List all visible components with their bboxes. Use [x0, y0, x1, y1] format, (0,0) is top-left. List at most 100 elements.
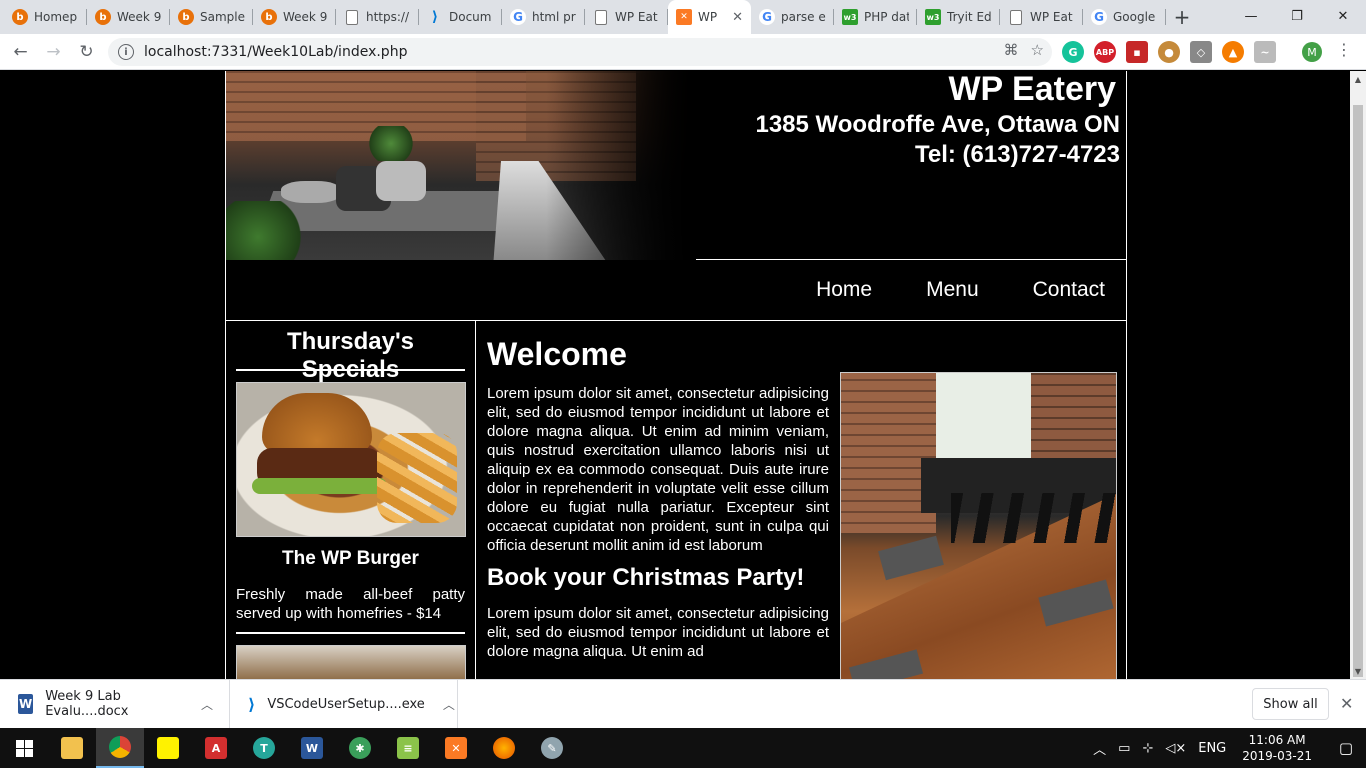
download-item[interactable]: ⟩ VSCodeUserSetup....exe ︿ — [230, 679, 458, 729]
taskbar-file-explorer[interactable] — [48, 728, 96, 768]
windows-taskbar: A T W ✱ ≡ ✕ ✎ ︿ ▭ ⊹ ◁× ENG 11:06 AM 2019… — [0, 728, 1366, 768]
tab-7[interactable]: WP Eat — [585, 0, 668, 34]
site-title: WP Eatery — [948, 71, 1116, 108]
tab-0[interactable]: b Homep — [4, 0, 87, 34]
paint-icon: ✎ — [541, 737, 563, 759]
welcome-paragraph: Lorem ipsum dolor sit amet, consectetur … — [487, 385, 829, 554]
main-content: Welcome Lorem ipsum dolor sit amet, cons… — [477, 321, 1127, 679]
network-icon[interactable]: ⊹ — [1142, 741, 1153, 756]
extension-red-icon[interactable]: ▪ — [1126, 41, 1148, 63]
vs-favicon-icon: ⟩ — [431, 9, 439, 25]
nav-menu[interactable]: Menu — [926, 278, 979, 302]
adblock-icon[interactable]: ABP — [1094, 41, 1116, 63]
site-info-icon[interactable]: i — [118, 44, 134, 60]
cookie-icon[interactable]: ● — [1158, 41, 1180, 63]
notification-icon[interactable]: ▢ — [1326, 739, 1366, 757]
acrobat-icon: A — [205, 737, 227, 759]
extension-gray-icon[interactable]: ◇ — [1190, 41, 1212, 63]
page-scrollbar[interactable]: ▲ ▼ — [1350, 71, 1366, 679]
downloads-bar: W Week 9 Lab Evalu....docx ︿ ⟩ VSCodeUse… — [0, 679, 1366, 729]
taskbar-firefox[interactable] — [480, 728, 528, 768]
nav-contact[interactable]: Contact — [1033, 278, 1105, 302]
tab-11[interactable]: w3 Tryit Ed — [917, 0, 1000, 34]
tab-1[interactable]: b Week 9 — [87, 0, 170, 34]
taskbar-typora[interactable]: T — [240, 728, 288, 768]
scroll-up-arrow-icon[interactable]: ▲ — [1350, 71, 1366, 87]
taskbar-xampp[interactable]: ✕ — [432, 728, 480, 768]
close-downloads-icon[interactable]: ✕ — [1340, 694, 1353, 713]
tab-8[interactable]: ✕ WP ✕ — [668, 0, 751, 34]
tab-5[interactable]: ⟩ Docum — [419, 0, 502, 34]
g-favicon-icon: G — [510, 9, 526, 25]
vscode-icon: ⟩ — [248, 694, 256, 714]
chrome-icon — [109, 736, 131, 758]
doc-favicon-icon — [1010, 9, 1022, 25]
window-controls: — ❐ ✕ — [1228, 0, 1366, 32]
system-tray: ︿ ▭ ⊹ ◁× ENG 11:06 AM 2019-03-21 ▢ — [1087, 728, 1366, 768]
bookmark-star-icon[interactable]: ☆ — [1031, 41, 1044, 59]
start-button[interactable] — [0, 728, 48, 768]
xm-favicon-icon: ✕ — [676, 9, 692, 25]
g-favicon-icon: G — [759, 9, 775, 25]
minimize-button[interactable]: — — [1228, 0, 1274, 32]
header-kitchen-image — [226, 71, 696, 260]
browser-menu-icon[interactable]: ⋮ — [1336, 40, 1352, 59]
extension-chart-icon[interactable]: ~ — [1254, 41, 1276, 63]
taskbar-acrobat[interactable]: A — [192, 728, 240, 768]
address-bar[interactable]: i localhost:7331/Week10Lab/index.php ⌘ ☆ — [108, 38, 1052, 66]
fire-icon[interactable]: ▲ — [1222, 41, 1244, 63]
scroll-down-arrow-icon[interactable]: ▼ — [1350, 663, 1366, 679]
volume-muted-icon[interactable]: ◁× — [1165, 741, 1186, 756]
b-favicon-icon: b — [12, 9, 28, 25]
taskbar-paint[interactable]: ✎ — [528, 728, 576, 768]
tab-3[interactable]: b Week 9 — [253, 0, 336, 34]
tab-label: Docum — [449, 10, 492, 24]
tab-10[interactable]: w3 PHP dat — [834, 0, 917, 34]
tab-label: PHP dat — [864, 10, 909, 24]
christmas-paragraph: Lorem ipsum dolor sit amet, consectetur … — [487, 605, 829, 660]
folder-icon — [61, 737, 83, 759]
site-header: WP Eatery 1385 Woodroffe Ave, Ottawa ON … — [226, 71, 1126, 260]
tab-label: Week 9 — [117, 10, 162, 24]
language-indicator[interactable]: ENG — [1198, 741, 1226, 756]
tab-label: WP — [698, 10, 718, 24]
grammarly-icon[interactable]: G — [1062, 41, 1084, 63]
tab-2[interactable]: b Sample — [170, 0, 253, 34]
chevron-up-icon[interactable]: ︿ — [201, 696, 213, 713]
doc-favicon-icon — [346, 9, 358, 25]
tab-13[interactable]: G Google — [1083, 0, 1166, 34]
tray-overflow-icon[interactable]: ︿ — [1093, 739, 1106, 758]
battery-icon[interactable]: ▭ — [1118, 741, 1130, 756]
close-window-button[interactable]: ✕ — [1320, 0, 1366, 32]
taskbar-word[interactable]: W — [288, 728, 336, 768]
clock[interactable]: 11:06 AM 2019-03-21 — [1242, 732, 1312, 764]
download-item[interactable]: W Week 9 Lab Evalu....docx ︿ — [0, 679, 230, 729]
site-nav: Home Menu Contact — [226, 260, 1126, 321]
b-favicon-icon: b — [261, 9, 277, 25]
back-button[interactable]: ← — [4, 38, 37, 66]
taskbar-sticky-notes[interactable] — [144, 728, 192, 768]
tab-9[interactable]: Gparse e — [751, 0, 834, 34]
url-text: localhost:7331/Week10Lab/index.php — [144, 44, 408, 60]
taskbar-chrome[interactable] — [96, 728, 144, 768]
tab-12[interactable]: WP Eat — [1000, 0, 1083, 34]
reload-button[interactable]: ↻ — [70, 38, 103, 66]
forward-button[interactable]: → — [37, 38, 70, 66]
scrollbar-thumb[interactable] — [1353, 105, 1363, 677]
maximize-button[interactable]: ❐ — [1274, 0, 1320, 32]
tab-close-icon[interactable]: ✕ — [732, 10, 743, 25]
chevron-up-icon[interactable]: ︿ — [443, 696, 455, 713]
profile-avatar[interactable]: M — [1302, 42, 1322, 62]
nav-home[interactable]: Home — [816, 278, 872, 302]
show-all-downloads-button[interactable]: Show all — [1252, 688, 1329, 720]
new-tab-button[interactable]: + — [1166, 0, 1198, 34]
welcome-heading: Welcome — [487, 336, 627, 372]
taskbar-atom[interactable]: ✱ — [336, 728, 384, 768]
w3-favicon-icon: w3 — [842, 9, 858, 25]
atom-icon: ✱ — [349, 737, 371, 759]
tab-6[interactable]: Ghtml pr — [502, 0, 585, 34]
download-filename: VSCodeUserSetup....exe — [267, 696, 425, 712]
taskbar-notepad[interactable]: ≡ — [384, 728, 432, 768]
tab-4[interactable]: https:// — [336, 0, 419, 34]
translate-icon[interactable]: ⌘ — [1004, 41, 1019, 59]
